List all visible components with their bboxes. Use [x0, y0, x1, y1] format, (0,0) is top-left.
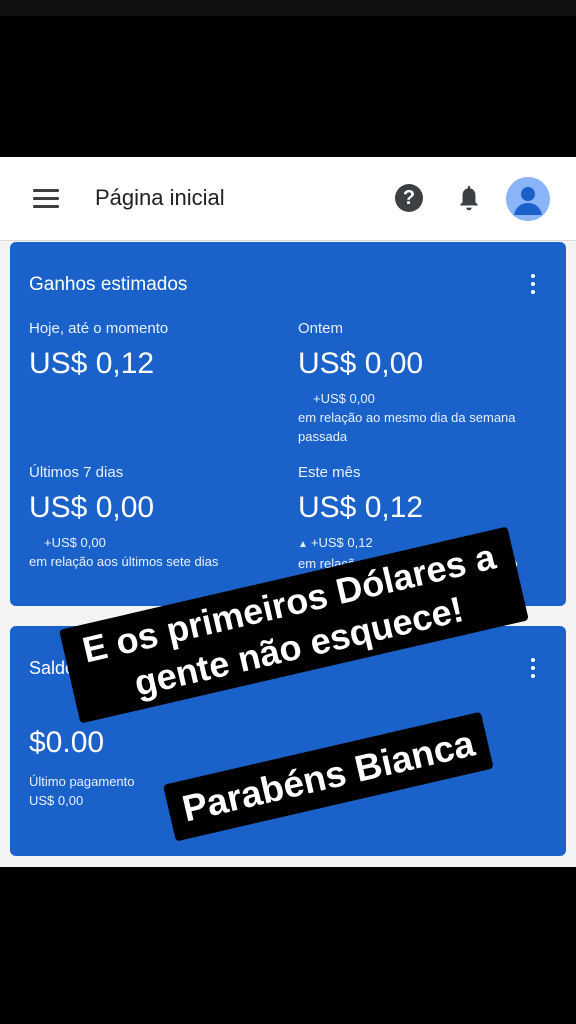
- last-payment-label: Último pagamento: [29, 774, 135, 789]
- menu-icon[interactable]: [33, 189, 59, 209]
- metric-delta: +US$ 0,00 em relação aos últimos sete di…: [29, 533, 279, 571]
- metric-value: US$ 0,00: [29, 491, 155, 524]
- metric-label: Hoje, até o momento: [29, 320, 169, 337]
- card-title: Ganhos estimados: [29, 274, 188, 295]
- last-payment-value: US$ 0,00: [29, 793, 84, 808]
- app-bar: Página inicial ?: [0, 157, 576, 241]
- more-options-icon[interactable]: [528, 658, 538, 680]
- help-icon[interactable]: ?: [395, 184, 423, 212]
- metric-label: Últimos 7 dias: [29, 464, 124, 481]
- last-payment: Último pagamento US$ 0,00: [29, 772, 135, 810]
- page-title: Página inicial: [95, 185, 225, 210]
- metric-value: US$ 0,12: [298, 491, 424, 524]
- metric-label: Este mês: [298, 464, 361, 481]
- delta-comparison: em relação aos últimos sete dias: [29, 554, 219, 569]
- delta-comparison: em relação ao mesmo dia da semana passad…: [298, 410, 516, 444]
- account-avatar-icon[interactable]: [506, 177, 550, 221]
- status-bar-remnant: [0, 0, 576, 16]
- more-options-icon[interactable]: [528, 274, 538, 296]
- delta-amount: +US$ 0,00: [313, 391, 375, 406]
- delta-amount: +US$ 0,12: [310, 535, 373, 550]
- metric-label: Ontem: [298, 320, 344, 337]
- metric-yesterday: Ontem US$ 0,00 +US$ 0,00 em relação ao m…: [298, 320, 538, 446]
- notifications-bell-icon[interactable]: [456, 185, 482, 213]
- metric-last-7-days: Últimos 7 dias US$ 0,00 +US$ 0,00 em rel…: [29, 464, 279, 571]
- metric-value: US$ 0,12: [29, 347, 155, 380]
- metric-today: Hoje, até o momento US$ 0,12: [29, 320, 168, 381]
- metric-delta: +US$ 0,00 em relação ao mesmo dia da sem…: [298, 389, 538, 446]
- delta-amount: +US$ 0,00: [44, 535, 106, 550]
- balance-value: $0.00: [29, 726, 105, 759]
- metric-value: US$ 0,00: [298, 347, 424, 380]
- trend-up-icon: ▲: [298, 539, 308, 550]
